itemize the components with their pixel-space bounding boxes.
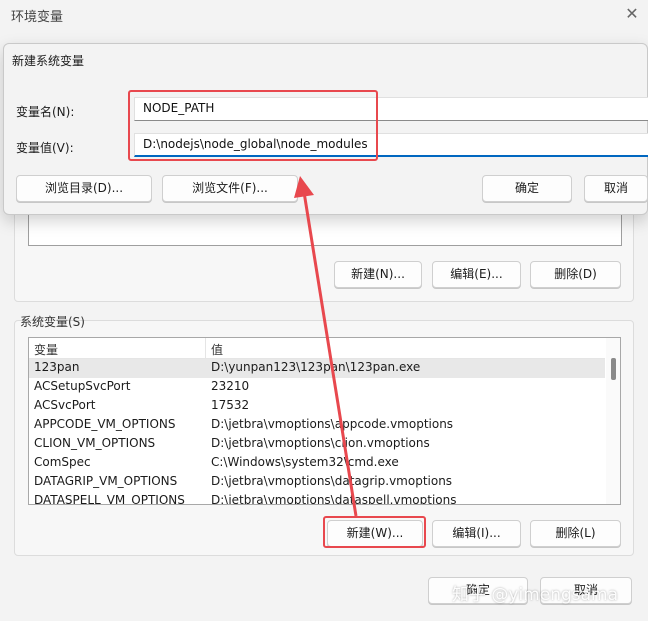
- dialog-ok-button[interactable]: 确定: [482, 175, 572, 202]
- system-variables-label: 系统变量(S): [20, 315, 85, 329]
- table-row[interactable]: ComSpec C:\Windows\system32\cmd.exe: [29, 454, 605, 473]
- scrollbar-thumb[interactable]: [611, 358, 616, 380]
- row-value: D:\yunpan123\123pan\123pan.exe: [211, 360, 421, 374]
- row-value: D:\jetbra\vmoptions\dataspell.vmoptions: [211, 493, 457, 505]
- user-delete-button[interactable]: 删除(D): [530, 261, 621, 288]
- row-value: D:\jetbra\vmoptions\clion.vmoptions: [211, 436, 430, 450]
- row-value: C:\Windows\system32\cmd.exe: [211, 455, 399, 469]
- column-header-variable[interactable]: 变量: [34, 341, 58, 358]
- dialog-cancel-button[interactable]: 取消: [584, 175, 648, 202]
- row-name: CLION_VM_OPTIONS: [34, 436, 156, 450]
- table-row[interactable]: 123pan D:\yunpan123\123pan\123pan.exe: [29, 359, 605, 378]
- row-name: ACSvcPort: [34, 398, 96, 412]
- row-value: D:\jetbra\vmoptions\datagrip.vmoptions: [211, 474, 453, 488]
- watermark: 知乎 @yimengsama: [452, 585, 619, 605]
- table-header: 变量 值: [29, 338, 605, 359]
- row-name: APPCODE_VM_OPTIONS: [34, 417, 176, 431]
- browse-file-button[interactable]: 浏览文件(F)...: [162, 175, 298, 202]
- row-value: D:\jetbra\vmoptions\appcode.vmoptions: [211, 417, 454, 431]
- window-title: 环境变量: [11, 10, 64, 25]
- system-variables-table[interactable]: 变量 值 123pan D:\yunpan123\123pan\123pan.e…: [28, 337, 621, 505]
- annotation-highlight-new-button: [323, 516, 426, 548]
- row-name: DATAGRIP_VM_OPTIONS: [34, 474, 178, 488]
- annotation-highlight-fields: [128, 90, 378, 161]
- user-new-button[interactable]: 新建(N)...: [334, 261, 422, 288]
- dialog-title: 新建系统变量: [12, 54, 85, 68]
- table-row[interactable]: DATAGRIP_VM_OPTIONS D:\jetbra\vmoptions\…: [29, 473, 605, 492]
- table-row[interactable]: ACSvcPort 17532: [29, 397, 605, 416]
- system-edit-button[interactable]: 编辑(I)...: [432, 520, 521, 547]
- variable-value-label: 变量值(V):: [16, 141, 74, 155]
- row-value: 17532: [211, 398, 250, 412]
- row-name: 123pan: [34, 360, 80, 374]
- close-icon[interactable]: ✕: [622, 4, 642, 24]
- variable-name-label: 变量名(N):: [16, 105, 75, 119]
- column-divider: [205, 338, 206, 359]
- table-row[interactable]: ACSetupSvcPort 23210: [29, 378, 605, 397]
- browse-directory-button[interactable]: 浏览目录(D)...: [16, 175, 152, 202]
- row-value: 23210: [211, 379, 250, 393]
- row-name: ACSetupSvcPort: [34, 379, 131, 393]
- row-name: DATASPELL_VM_OPTIONS: [34, 493, 185, 505]
- table-row[interactable]: DATASPELL_VM_OPTIONS D:\jetbra\vmoptions…: [29, 492, 605, 505]
- system-delete-button[interactable]: 删除(L): [530, 520, 621, 547]
- table-scrollbar[interactable]: [606, 338, 620, 504]
- table-row[interactable]: CLION_VM_OPTIONS D:\jetbra\vmoptions\cli…: [29, 435, 605, 454]
- row-name: ComSpec: [34, 455, 91, 469]
- column-header-value[interactable]: 值: [211, 341, 223, 358]
- table-row[interactable]: APPCODE_VM_OPTIONS D:\jetbra\vmoptions\a…: [29, 416, 605, 435]
- user-edit-button[interactable]: 编辑(E)...: [432, 261, 521, 288]
